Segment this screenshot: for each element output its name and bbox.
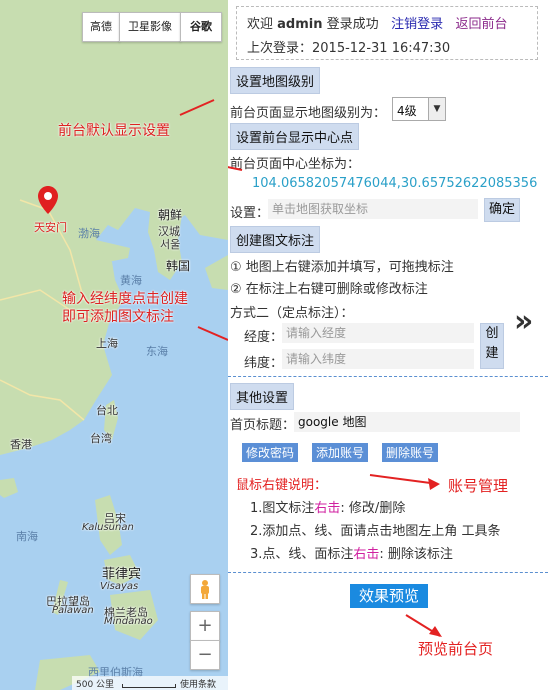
map-type-satellite-button[interactable]: 卫星影像 <box>119 12 181 42</box>
map-label-shanghai: 上海 <box>96 337 118 350</box>
zoom-out-button[interactable]: − <box>190 640 220 670</box>
zoom-in-button[interactable]: + <box>190 611 220 641</box>
map-footer: 500 公里 使用条款 <box>72 676 228 690</box>
map-canvas[interactable]: 高德 卫星影像 谷歌 天安门 渤海 朝鲜 汉城 서울 韩国 黄海 上海 东海 台… <box>0 0 228 690</box>
map-label-seoul: 서울 <box>160 238 181 251</box>
map-label-visayas: Visayas <box>100 581 139 592</box>
map-type-gaode-button[interactable]: 高德 <box>82 12 120 42</box>
map-type-google-button[interactable]: 谷歌 <box>180 12 222 42</box>
expand-arrow-icon[interactable]: » <box>514 304 533 339</box>
scale-bar <box>122 684 176 688</box>
annotation-input-coords-line1: 输入经纬度点击创建 <box>62 291 188 307</box>
annotation-default-display: 前台默认显示设置 <box>58 123 170 139</box>
map-label-tiananmen: 天安门 <box>34 221 67 234</box>
map-label-nanhai: 南海 <box>16 530 38 543</box>
settings-panel: 欢迎 admin 登录成功 注销登录 返回前台 上次登录：2015-12-31 … <box>228 0 548 690</box>
terms-link[interactable]: 使用条款 <box>180 677 216 690</box>
map-label-hanguo: 韩国 <box>166 259 191 273</box>
map-label-chaoxian: 朝鲜 <box>158 208 183 222</box>
scale-label: 500 公里 <box>76 680 115 690</box>
map-pin-icon[interactable] <box>38 186 58 216</box>
annotation-input-coords-line2: 即可添加图文标注 <box>62 309 174 325</box>
map-label-xianggang: 香港 <box>10 438 32 451</box>
map-label-taiwan: 台湾 <box>90 432 112 445</box>
annotation-arrows <box>228 166 442 637</box>
map-label-mindanao: Mindanao <box>104 616 153 627</box>
map-label-donghai: 东海 <box>146 345 168 358</box>
map-label-feilvbin: 菲律宾 <box>102 567 142 582</box>
map-label-huanghai: 黄海 <box>120 274 142 287</box>
street-view-pegman-icon[interactable] <box>190 574 220 604</box>
map-label-bohai: 渤海 <box>78 227 100 240</box>
annotation-account-mgmt: 账号管理 <box>448 477 509 495</box>
map-label-kalusunan: Kalusunan <box>82 522 134 533</box>
annotation-preview-front: 预览前台页 <box>418 640 494 658</box>
map-label-palawan: Palawan <box>52 605 94 616</box>
map-label-taibei: 台北 <box>96 404 118 417</box>
